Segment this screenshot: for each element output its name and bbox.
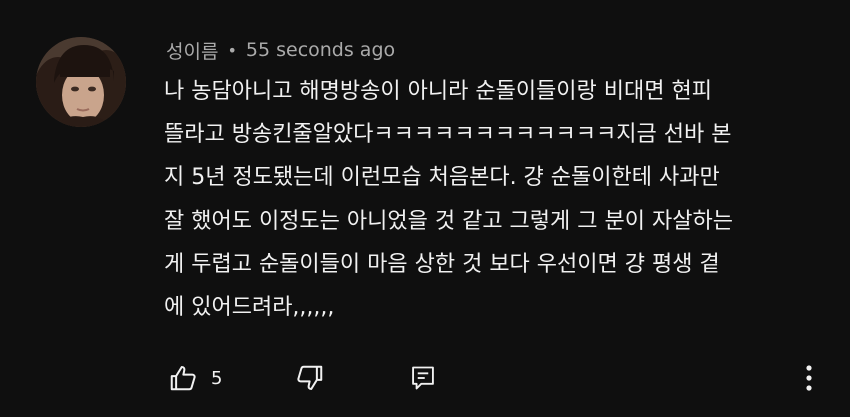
like-button[interactable]: 5 [168,361,222,395]
comment-line: 나 농담아니고 해명방송이 아니라 순돌이들이랑 비대면 현피 [164,79,712,104]
comment-line: 지 5년 정도됐는데 이런모습 처음본다. 걍 순돌이한테 사과만 [164,165,720,191]
reply-comment-icon [412,366,434,390]
comment-line: 뜰라고 방송킨줄알았다ㅋㅋㅋㅋㅋㅋㅋㅋㅋㅋㅋㅋ지금 선바 본 [164,122,732,148]
comment-author[interactable]: 성이름 [166,37,218,64]
comment-line: 게 두렵고 순돌이들이 마음 상한 것 보다 우선이면 걍 평생 곁 [164,251,720,277]
comment-line: 에 있어드려라,,,,,, [164,295,335,321]
avatar[interactable] [36,37,126,127]
comment-timestamp[interactable]: 55 seconds ago [246,39,395,61]
comment-body: 나 농담아니고 해명방송이 아니라 순돌이들이랑 비대면 현피 뜰라고 방송킨줄… [164,70,824,329]
comment-actions: 5 [164,361,834,395]
more-actions-button[interactable] [794,361,824,395]
thumbs-down-icon [297,365,323,390]
dislike-button[interactable] [295,361,325,395]
meta-separator: • [227,40,237,60]
thumbs-up-icon [170,366,196,391]
avatar-image [36,37,126,127]
comment-meta: 성이름 • 55 seconds ago [166,36,395,64]
like-count: 5 [211,367,223,389]
more-vertical-icon [806,365,812,391]
comment-line: 잘 했어도 이정도는 아니었을 것 같고 그렇게 그 분이 자살하는 [164,208,733,234]
reply-button[interactable] [409,361,437,395]
